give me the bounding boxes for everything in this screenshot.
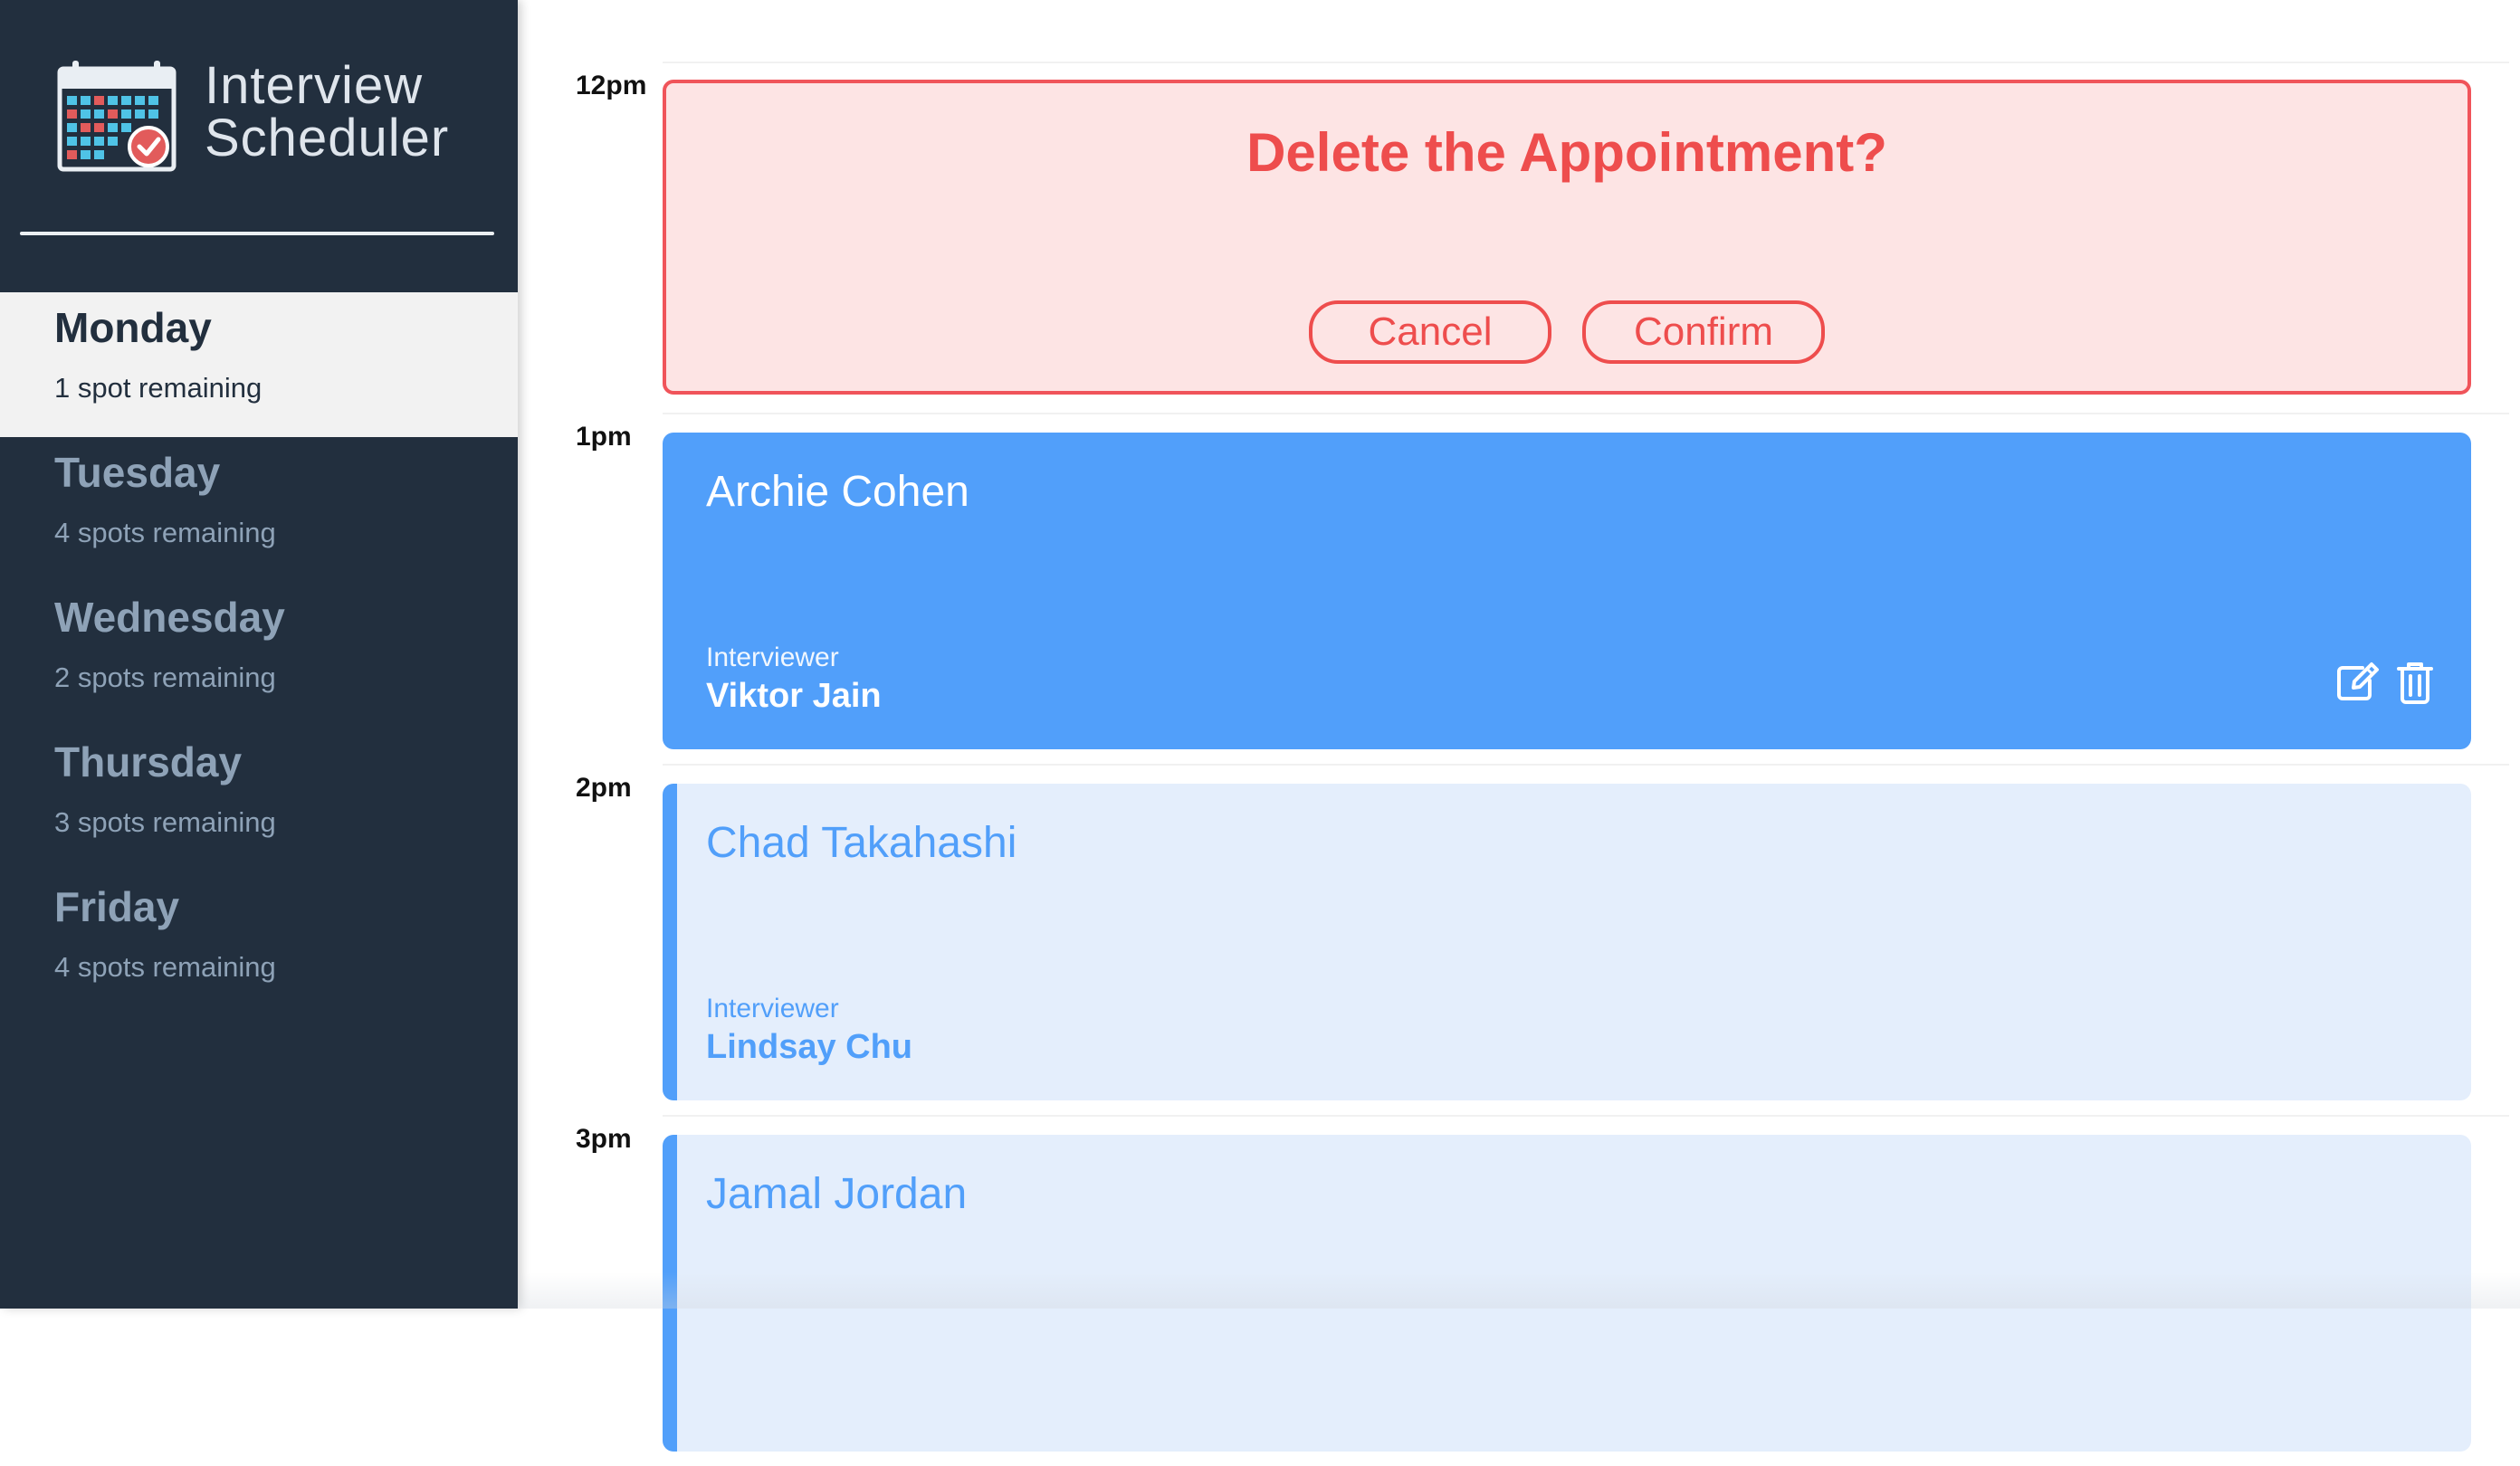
scroll-fade — [518, 1272, 2520, 1309]
app-title: Interview Scheduler — [205, 60, 449, 165]
app-title-line1: Interview — [205, 56, 424, 115]
day-spots: 3 spots remaining — [54, 806, 276, 838]
student-name: Jamal Jordan — [706, 1170, 968, 1218]
day-spots: 4 spots remaining — [54, 951, 276, 983]
day-spots: 1 spot remaining — [54, 372, 262, 404]
edit-icon[interactable] — [2335, 661, 2381, 702]
day-item-wednesday[interactable]: Wednesday 2 spots remaining — [0, 582, 518, 727]
day-name: Wednesday — [54, 594, 285, 641]
slot-time: 2pm — [576, 773, 632, 803]
student-name: Archie Cohen — [706, 468, 969, 516]
delete-confirm-card: Delete the Appointment? Cancel Confirm — [663, 80, 2471, 395]
appointment-card[interactable]: Chad Takahashi Interviewer Lindsay Chu — [663, 784, 2471, 1100]
card-actions — [2335, 661, 2433, 704]
confirm-message: Delete the Appointment? — [1246, 122, 1887, 183]
appointment-slot-2pm: 2pm Chad Takahashi Interviewer Lindsay C… — [518, 764, 2520, 1115]
interviewer-label: Interviewer — [706, 994, 839, 1023]
day-item-monday[interactable]: Monday 1 spot remaining — [0, 292, 518, 437]
slot-separator — [663, 62, 2509, 63]
calendar-logo-icon — [57, 61, 177, 172]
trash-icon[interactable] — [2397, 661, 2433, 704]
appointment-slot-12pm: 12pm Delete the Appointment? Cancel Conf… — [518, 62, 2520, 413]
slot-separator — [663, 1115, 2509, 1117]
interviewer-name: Lindsay Chu — [706, 1028, 913, 1066]
confirm-actions: Cancel Confirm — [666, 300, 2468, 364]
day-item-tuesday[interactable]: Tuesday 4 spots remaining — [0, 437, 518, 582]
app-title-line2: Scheduler — [205, 109, 450, 167]
sidebar-divider — [20, 232, 494, 235]
cancel-button[interactable]: Cancel — [1309, 300, 1551, 364]
slot-separator — [663, 764, 2509, 766]
schedule: 12pm Delete the Appointment? Cancel Conf… — [518, 0, 2520, 1452]
slot-time: 1pm — [576, 422, 632, 452]
slot-time: 3pm — [576, 1124, 632, 1154]
day-list: Monday 1 spot remaining Tuesday 4 spots … — [0, 292, 518, 1016]
day-spots: 2 spots remaining — [54, 662, 276, 693]
day-item-thursday[interactable]: Thursday 3 spots remaining — [0, 727, 518, 871]
day-name: Thursday — [54, 738, 243, 785]
slot-time: 12pm — [576, 71, 647, 100]
appointment-slot-1pm: 1pm Archie Cohen Interviewer Viktor Jain — [518, 413, 2520, 764]
student-name: Chad Takahashi — [706, 819, 1017, 867]
sidebar: Interview Scheduler Monday 1 spot remain… — [0, 0, 518, 1309]
interviewer-label: Interviewer — [706, 643, 839, 672]
interviewer-name: Viktor Jain — [706, 677, 882, 715]
day-name: Monday — [54, 304, 212, 351]
day-name: Tuesday — [54, 449, 221, 496]
day-spots: 4 spots remaining — [54, 517, 276, 548]
day-name: Friday — [54, 883, 180, 930]
appointment-card[interactable]: Archie Cohen Interviewer Viktor Jain — [663, 433, 2471, 749]
day-item-friday[interactable]: Friday 4 spots remaining — [0, 871, 518, 1016]
confirm-button[interactable]: Confirm — [1582, 300, 1825, 364]
slot-separator — [663, 413, 2509, 414]
